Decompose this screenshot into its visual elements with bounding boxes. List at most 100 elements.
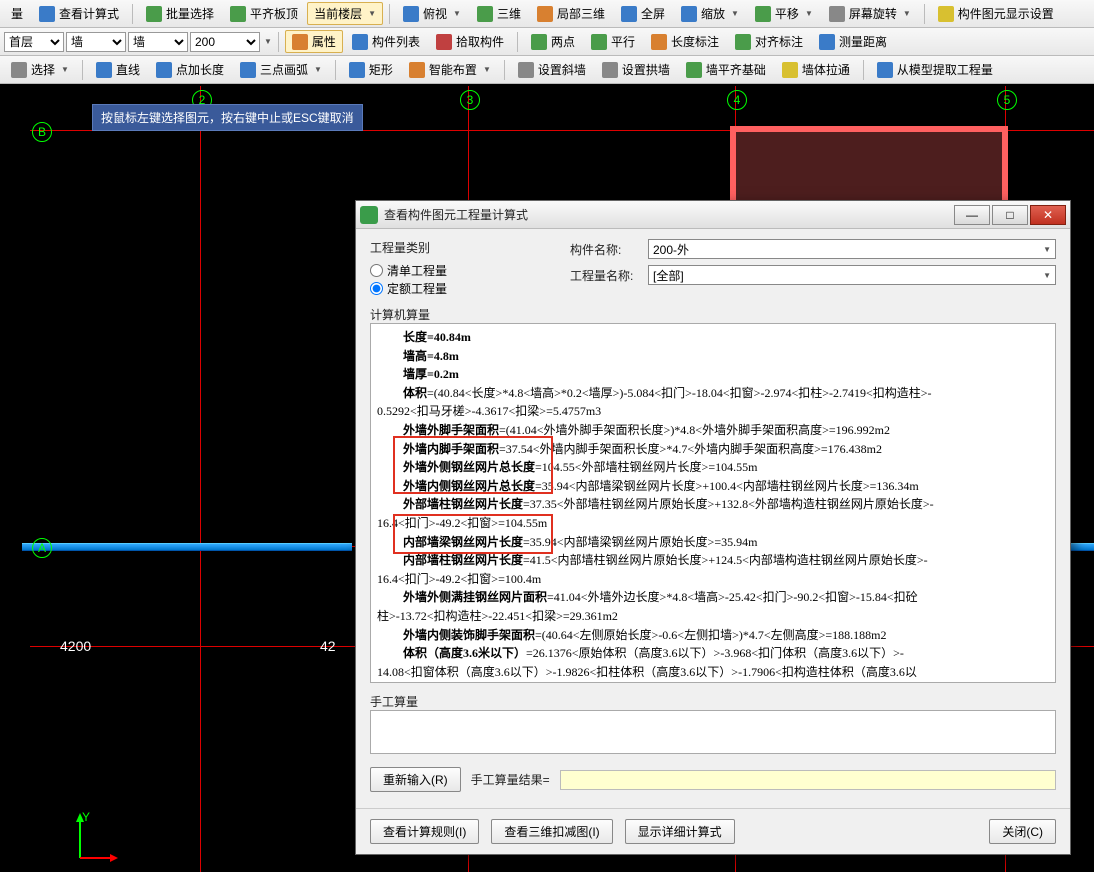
manual-result-field[interactable] <box>560 770 1056 790</box>
qty-name-select[interactable]: [全部]▼ <box>648 265 1056 285</box>
main-toolbar-2: 首层 墙 墙 200 ▼ 属性 构件列表 拾取构件 两点 平行 长度标注 对齐标… <box>0 28 1094 56</box>
batch-select-button[interactable]: 批量选择 <box>139 2 221 25</box>
grid-4: 4 <box>727 90 747 110</box>
base-icon <box>686 62 702 78</box>
qty-category-label: 工程量类别 <box>370 239 550 256</box>
pan-button[interactable]: 平移▼ <box>748 2 820 25</box>
lendim-icon <box>651 34 667 50</box>
subtype-select[interactable]: 墙 <box>128 32 188 52</box>
props-icon <box>292 34 308 50</box>
aligndim-icon <box>735 34 751 50</box>
arc-button[interactable]: 三点画弧▼ <box>233 58 329 81</box>
rotate-icon <box>829 6 845 22</box>
maximize-button[interactable]: □ <box>992 205 1028 225</box>
pick-icon <box>436 34 452 50</box>
smart-layout-button[interactable]: 智能布置▼ <box>402 58 498 81</box>
calc-label: 计算机算量 <box>370 306 1056 323</box>
dialog-icon <box>360 206 378 224</box>
quota-qty-radio[interactable]: 定额工程量 <box>370 280 447 297</box>
two-point-button[interactable]: 两点 <box>524 30 582 53</box>
view-3d-button[interactable]: 查看三维扣减图(I) <box>491 819 612 844</box>
ptlen-icon <box>156 62 172 78</box>
parallel-icon <box>591 34 607 50</box>
grid-A: A <box>32 538 52 558</box>
cursor-icon <box>11 62 27 78</box>
through-icon <box>782 62 798 78</box>
type-select[interactable]: 墙 <box>66 32 126 52</box>
grid-3: 3 <box>460 90 480 110</box>
minimize-button[interactable]: — <box>954 205 990 225</box>
dim-42: 42 <box>320 638 336 654</box>
arch-icon <box>602 62 618 78</box>
3d-icon <box>477 6 493 22</box>
manual-result-label: 手工算量结果= <box>471 771 550 788</box>
dialog-titlebar[interactable]: 查看构件图元工程量计算式 — □ ✕ <box>356 201 1070 229</box>
rect-button[interactable]: 矩形 <box>342 58 400 81</box>
topview-icon <box>403 6 419 22</box>
length-dim-button[interactable]: 长度标注 <box>644 30 726 53</box>
props-button[interactable]: 属性 <box>285 30 343 53</box>
dialog-title: 查看构件图元工程量计算式 <box>384 206 952 223</box>
zoom-icon <box>681 6 697 22</box>
measure-button[interactable]: 测量距离 <box>812 30 894 53</box>
smart-icon <box>409 62 425 78</box>
floor-select[interactable]: 首层 <box>4 32 64 52</box>
fullscreen-button[interactable]: 全屏 <box>614 2 672 25</box>
parallel-button[interactable]: 平行 <box>584 30 642 53</box>
qty-name-label: 工程量名称: <box>570 267 640 284</box>
arc-icon <box>240 62 256 78</box>
view-rule-button[interactable]: 查看计算规则(I) <box>370 819 479 844</box>
comp-name-label: 构件名称: <box>570 241 640 258</box>
set-arch-button[interactable]: 设置拱墙 <box>595 58 677 81</box>
extract-qty-button[interactable]: 从模型提取工程量 <box>870 58 1000 81</box>
align-dim-button[interactable]: 对齐标注 <box>728 30 810 53</box>
calculation-output[interactable]: 长度=40.84m 墙高=4.8m 墙厚=0.2m 体积=(40.84<长度>*… <box>370 323 1056 683</box>
display-settings-button[interactable]: 构件图元显示设置 <box>931 2 1061 25</box>
chevron-down-icon: ▼ <box>368 9 376 18</box>
line-icon <box>96 62 112 78</box>
batch-icon <box>146 6 162 22</box>
fullscreen-icon <box>621 6 637 22</box>
set-slope-button[interactable]: 设置斜墙 <box>511 58 593 81</box>
display-icon <box>938 6 954 22</box>
view-formula-button[interactable]: 查看计算式 <box>32 2 126 25</box>
grid-5: 5 <box>997 90 1017 110</box>
pick-component-button[interactable]: 拾取构件 <box>429 30 511 53</box>
dialog-close-button[interactable]: 关闭(C) <box>989 819 1056 844</box>
manual-label: 手工算量 <box>370 693 1056 710</box>
align-icon <box>230 6 246 22</box>
reinput-button[interactable]: 重新输入(R) <box>370 767 461 792</box>
slope-icon <box>518 62 534 78</box>
local3d-icon <box>537 6 553 22</box>
grid-B: B <box>32 122 52 142</box>
comp-name-select[interactable]: 200-外▼ <box>648 239 1056 259</box>
component-list-button[interactable]: 构件列表 <box>345 30 427 53</box>
dim-4200: 4200 <box>60 638 91 654</box>
show-detail-button[interactable]: 显示详细计算式 <box>625 819 735 844</box>
local-3d-button[interactable]: 局部三维 <box>530 2 612 25</box>
point-length-button[interactable]: 点加长度 <box>149 58 231 81</box>
manual-input[interactable] <box>370 710 1056 754</box>
axis-y-label: Y <box>82 810 90 824</box>
bill-qty-radio[interactable]: 清单工程量 <box>370 262 447 279</box>
top-view-button[interactable]: 俯视▼ <box>396 2 468 25</box>
current-floor-button[interactable]: 当前楼层▼ <box>307 2 383 25</box>
zoom-button[interactable]: 缩放▼ <box>674 2 746 25</box>
close-button[interactable]: ✕ <box>1030 205 1066 225</box>
separator <box>389 4 390 24</box>
calculation-dialog: 查看构件图元工程量计算式 — □ ✕ 工程量类别 清单工程量 定额工程量 构件名… <box>355 200 1071 855</box>
liang-button[interactable]: 量 <box>4 2 30 25</box>
hint-tooltip: 按鼠标左键选择图元，按右键中止或ESC键取消 <box>92 104 363 131</box>
dialog-footer: 查看计算规则(I) 查看三维扣减图(I) 显示详细计算式 关闭(C) <box>356 808 1070 854</box>
align-top-button[interactable]: 平齐板顶 <box>223 2 305 25</box>
3d-button[interactable]: 三维 <box>470 2 528 25</box>
wall-base-button[interactable]: 墙平齐基础 <box>679 58 773 81</box>
wall-through-button[interactable]: 墙体拉通 <box>775 58 857 81</box>
main-toolbar-3: 选择▼ 直线 点加长度 三点画弧▼ 矩形 智能布置▼ 设置斜墙 设置拱墙 墙平齐… <box>0 56 1094 84</box>
line-button[interactable]: 直线 <box>89 58 147 81</box>
formula-icon <box>39 6 55 22</box>
screen-rotate-button[interactable]: 屏幕旋转▼ <box>822 2 918 25</box>
select-button[interactable]: 选择▼ <box>4 58 76 81</box>
chevron-down-icon[interactable]: ▼ <box>264 37 272 46</box>
size-select[interactable]: 200 <box>190 32 260 52</box>
